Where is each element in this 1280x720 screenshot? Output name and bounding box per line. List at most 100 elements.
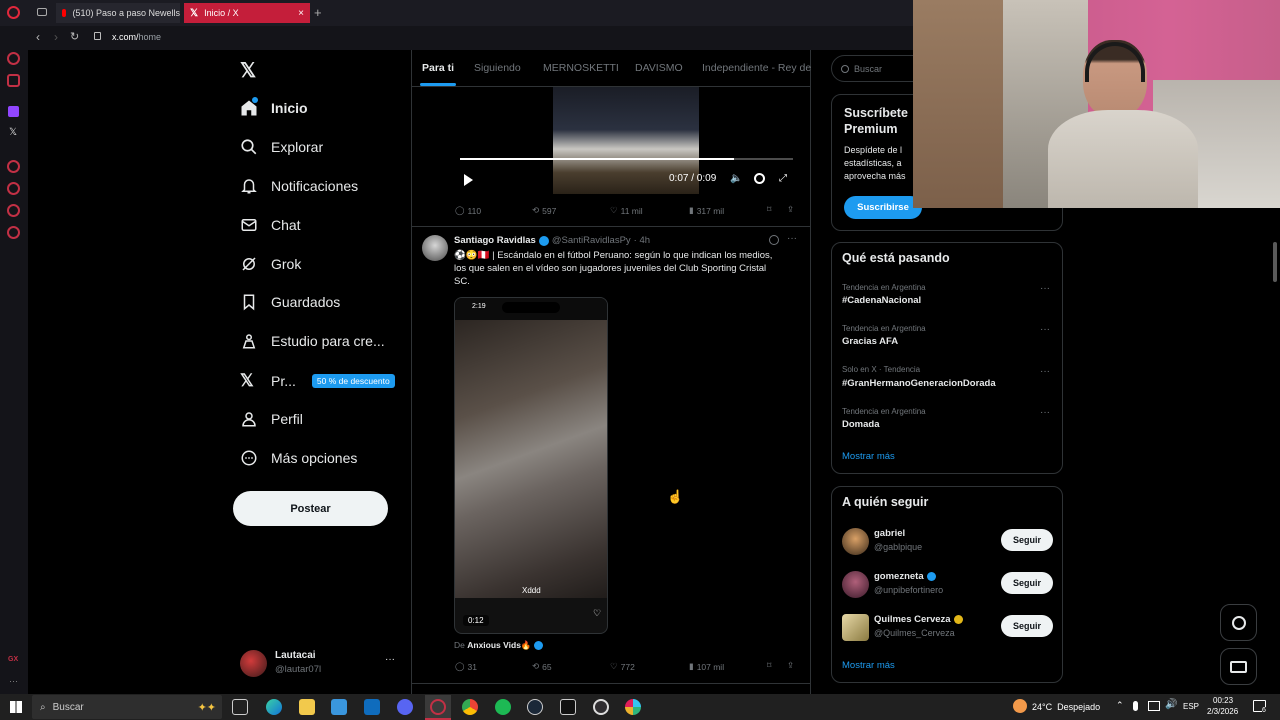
post-button[interactable]: Postear: [233, 491, 388, 526]
like-action[interactable]: ♡ 11 mil: [610, 205, 643, 216]
language-indicator[interactable]: ESP: [1183, 702, 1199, 711]
store-icon[interactable]: [331, 699, 347, 715]
repost-action[interactable]: ⟲ 597: [532, 205, 556, 216]
nav-chat[interactable]: Chat: [240, 216, 301, 234]
nav-notifications[interactable]: Notificaciones: [240, 177, 358, 195]
tiktok-icon[interactable]: [560, 699, 576, 715]
post-more-icon[interactable]: ···: [787, 233, 797, 244]
account-more-icon[interactable]: ···: [385, 654, 395, 665]
avatar[interactable]: [842, 528, 869, 555]
edge-icon[interactable]: [266, 699, 282, 715]
settings-icon[interactable]: [754, 173, 765, 184]
reload-icon[interactable]: ↻: [70, 30, 79, 43]
nav-more[interactable]: Más opciones: [240, 449, 357, 467]
bookmark-action[interactable]: ⌑: [767, 204, 771, 215]
nav-bookmarks[interactable]: Guardados: [240, 293, 340, 311]
trend-more-icon[interactable]: ···: [1040, 283, 1050, 294]
video-player-2[interactable]: 2:19 Xddd 0:12 ♡: [454, 297, 608, 634]
trend-item[interactable]: Domada: [842, 419, 879, 430]
like-action[interactable]: ♡ 772: [610, 661, 635, 672]
volume-icon[interactable]: 🔊: [1165, 699, 1177, 710]
nav-creator-studio[interactable]: Estudio para cre...: [240, 332, 385, 350]
follow-name[interactable]: gabriel: [874, 528, 905, 539]
post-handle[interactable]: @SantiRavidlasPy: [552, 235, 631, 246]
nav-grok[interactable]: Grok: [240, 255, 301, 273]
avatar[interactable]: [842, 614, 869, 641]
trend-more-icon[interactable]: ···: [1040, 366, 1050, 377]
page-scrollbar[interactable]: [1273, 242, 1277, 282]
tray-chevron-icon[interactable]: ⌃: [1116, 700, 1124, 711]
tab-following[interactable]: Siguiendo: [474, 62, 521, 74]
reply-action[interactable]: ◯ 110: [455, 205, 481, 216]
forward-icon[interactable]: ›: [54, 30, 58, 44]
tab-for-you[interactable]: Para ti: [422, 62, 454, 74]
trend-item[interactable]: #GranHermanoGeneracionDorada: [842, 378, 996, 389]
show-more-link[interactable]: Mostrar más: [842, 451, 895, 462]
weather-icon[interactable]: [1013, 699, 1027, 713]
sidebar-clock-icon[interactable]: [7, 182, 20, 195]
trend-more-icon[interactable]: ···: [1040, 324, 1050, 335]
share-action[interactable]: ⇪: [787, 660, 794, 671]
network-icon[interactable]: [1148, 701, 1160, 711]
mic-icon[interactable]: [1133, 701, 1138, 711]
views-action[interactable]: ▮ 107 mil: [689, 661, 724, 672]
chrome-icon[interactable]: [462, 699, 478, 715]
subscribe-button[interactable]: Suscribirse: [844, 196, 922, 219]
tab-davismo[interactable]: DAVISMO: [635, 62, 683, 74]
follow-button[interactable]: Seguir: [1001, 572, 1053, 594]
tab-x-home[interactable]: 𝕏 Inicio / X ×: [184, 3, 310, 23]
clock-time[interactable]: 00:23: [1213, 696, 1233, 705]
repost-action[interactable]: ⟲ 65: [532, 661, 552, 672]
nav-profile[interactable]: Perfil: [240, 410, 303, 428]
source-name[interactable]: Anxious Vids🔥: [467, 640, 531, 650]
avatar[interactable]: [842, 571, 869, 598]
grok-float-button[interactable]: [1220, 604, 1257, 641]
sidebar-messenger-icon[interactable]: [7, 74, 20, 87]
tab-youtube[interactable]: (510) Paso a paso Newells: [56, 3, 180, 23]
sidebar-chat-icon[interactable]: [7, 204, 20, 217]
slack-icon[interactable]: [625, 699, 641, 715]
share-action[interactable]: ⇪: [787, 204, 794, 215]
nav-premium[interactable]: 𝕏 Pr... 50 % de descuento: [240, 371, 395, 391]
taskbar-search[interactable]: ⌕ Buscar ✦✦: [32, 695, 222, 719]
close-tab-icon[interactable]: ×: [298, 8, 304, 19]
follow-button[interactable]: Seguir: [1001, 529, 1053, 551]
grok-post-icon[interactable]: [769, 235, 779, 245]
steam-icon[interactable]: [527, 699, 543, 715]
x-logo-icon[interactable]: 𝕏: [240, 58, 256, 83]
post-author[interactable]: Santiago Ravidlas: [454, 235, 536, 246]
trend-more-icon[interactable]: ···: [1040, 407, 1050, 418]
nav-explore[interactable]: Explorar: [240, 138, 323, 156]
show-more-link[interactable]: Mostrar más: [842, 660, 895, 671]
fullscreen-icon[interactable]: ⤢: [779, 173, 787, 184]
sidebar-twitch-icon[interactable]: [8, 106, 19, 117]
workspace-icon[interactable]: [37, 8, 47, 16]
video-player-1[interactable]: 0:07 / 0:09 🔈 ⤢: [455, 87, 798, 194]
start-icon[interactable]: [9, 700, 23, 714]
back-icon[interactable]: ‹: [36, 30, 40, 44]
volume-icon[interactable]: 🔈: [730, 173, 742, 184]
sidebar-settings-icon[interactable]: [7, 226, 20, 239]
tab-independiente[interactable]: Independiente - Rey de: [702, 62, 811, 74]
spotify-icon[interactable]: [495, 699, 511, 715]
post-time[interactable]: · 4h: [634, 235, 650, 246]
follow-button[interactable]: Seguir: [1001, 615, 1053, 637]
sidebar-whatsapp-icon[interactable]: [7, 52, 20, 65]
sidebar-x-icon[interactable]: 𝕏: [9, 127, 17, 138]
account-switcher[interactable]: Lautacai @lautar07l ···: [240, 648, 400, 680]
play-icon[interactable]: [464, 174, 473, 186]
obs-icon[interactable]: [593, 699, 609, 715]
nav-home[interactable]: Inicio: [240, 97, 308, 117]
follow-name[interactable]: gomezneta: [874, 571, 924, 582]
clock-date[interactable]: 2/3/2026: [1207, 707, 1238, 716]
trend-item[interactable]: #CadenaNacional: [842, 295, 921, 306]
sidebar-history-icon[interactable]: [7, 160, 20, 173]
avatar[interactable]: [422, 235, 448, 261]
trend-item[interactable]: Gracias AFA: [842, 336, 898, 347]
file-explorer-icon[interactable]: [299, 699, 315, 715]
outlook-icon[interactable]: [364, 699, 380, 715]
discord-icon[interactable]: [397, 699, 413, 715]
new-tab-icon[interactable]: +: [314, 5, 322, 20]
task-view-icon[interactable]: [232, 699, 248, 715]
views-action[interactable]: ▮ 317 mil: [689, 205, 724, 216]
